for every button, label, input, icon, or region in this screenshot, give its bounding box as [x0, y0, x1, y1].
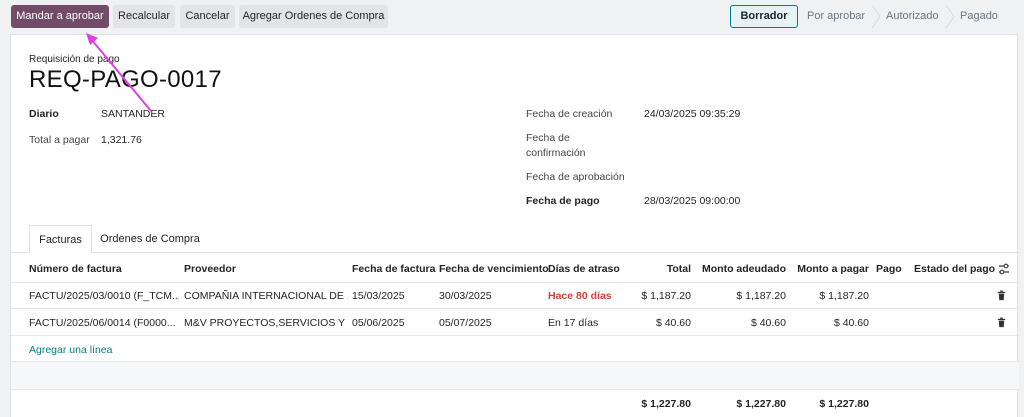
cell-total: $ 1,187.20 [641, 290, 691, 302]
col-invoice-number[interactable]: Número de factura [29, 263, 122, 275]
creation-date-value: 24/03/2025 09:35:29 [644, 108, 741, 120]
trash-icon[interactable] [996, 317, 1007, 328]
tab-ordenes-compra[interactable]: Ordenes de Compra [92, 225, 208, 253]
row-divider [11, 335, 1019, 336]
form-sheet: Requisición de pago REQ-PAGO-0017 Diario… [10, 34, 1019, 417]
column-settings-icon[interactable] [997, 262, 1011, 276]
payment-date-label: Fecha de pago [526, 195, 600, 207]
cell-total: $ 40.60 [655, 317, 691, 329]
payment-date-field[interactable]: 28/03/2025 09:00:00 [644, 195, 740, 207]
tab-facturas[interactable]: Facturas [29, 225, 92, 253]
cell-invoice: FACTU/2025/03/0010 (F_TCM... [29, 290, 179, 302]
record-subtitle: Requisición de pago [29, 54, 120, 65]
col-total[interactable]: Total [631, 263, 691, 275]
cell-invoice-date: 15/03/2025 [352, 290, 405, 302]
recalculate-button[interactable]: Recalcular [113, 5, 175, 28]
row-divider [11, 308, 1019, 309]
col-due-amount[interactable]: Monto adeudado [701, 263, 786, 275]
stage-por-aprobar[interactable]: Por aprobar [807, 5, 865, 28]
col-invoice-date[interactable]: Fecha de factura [352, 263, 435, 275]
empty-row [11, 362, 1019, 389]
cell-due-amount: $ 40.60 [750, 317, 786, 329]
header-divider [11, 282, 1019, 283]
cell-pay-amount: $ 40.60 [833, 317, 869, 329]
stage-autorizado[interactable]: Autorizado [886, 5, 939, 28]
control-panel: Mandar a aprobar Recalcular Cancelar Agr… [0, 0, 1024, 34]
confirm-date-label-2: confirmación [526, 147, 586, 159]
col-pago[interactable]: Pago [876, 263, 902, 275]
add-line-link[interactable]: Agregar una línea [29, 344, 112, 356]
cell-pay-amount: $ 1,187.20 [819, 290, 869, 302]
chevron-right-icon [945, 5, 955, 28]
stage-borrador[interactable]: Borrador [730, 5, 798, 28]
stage-pagado[interactable]: Pagado [960, 5, 998, 28]
total-label: Total a pagar [29, 134, 90, 146]
creation-date-label: Fecha de creación [526, 108, 613, 120]
footer-divider [11, 389, 1019, 390]
trash-icon[interactable] [996, 290, 1007, 301]
diario-label: Diario [29, 108, 59, 120]
cell-overdue: Hace 80 días [548, 290, 612, 302]
footer-total: $ 1,227.80 [641, 398, 691, 410]
send-to-approve-button[interactable]: Mandar a aprobar [11, 5, 109, 28]
cell-invoice: FACTU/2025/06/0014 (F0000... [29, 317, 176, 329]
cancel-button[interactable]: Cancelar [180, 5, 235, 28]
cell-due-date: 05/07/2025 [439, 317, 492, 329]
cell-due-date: 30/03/2025 [439, 290, 492, 302]
confirm-date-label: Fecha de [526, 132, 570, 144]
diario-field[interactable]: SANTANDER [101, 108, 165, 120]
add-purchase-orders-button[interactable]: Agregar Ordenes de Compra [239, 5, 388, 28]
status-bar: Borrador Por aprobar Autorizado Pagado [730, 5, 1014, 28]
record-title: REQ-PAGO-0017 [29, 66, 222, 93]
approval-date-label: Fecha de aprobación [526, 171, 625, 183]
footer-pay-amount: $ 1,227.80 [819, 398, 869, 410]
col-pay-amount[interactable]: Monto a pagar [791, 263, 869, 275]
cell-invoice-date: 05/06/2025 [352, 317, 405, 329]
cell-vendor: COMPAÑIA INTERNACIONAL DE ... [184, 290, 348, 302]
col-pay-state[interactable]: Estado del pago [914, 263, 995, 275]
col-due-date[interactable]: Fecha de vencimiento [439, 263, 549, 275]
total-value: 1,321.76 [101, 134, 142, 146]
cell-vendor: M&V PROYECTOS,SERVICIOS Y L... [184, 317, 348, 329]
col-overdue[interactable]: Días de atraso [548, 263, 620, 275]
col-vendor[interactable]: Proveedor [184, 263, 236, 275]
cell-overdue: En 17 días [548, 317, 599, 329]
footer-due-amount: $ 1,227.80 [736, 398, 786, 410]
chevron-right-icon [871, 5, 881, 28]
cell-due-amount: $ 1,187.20 [736, 290, 786, 302]
